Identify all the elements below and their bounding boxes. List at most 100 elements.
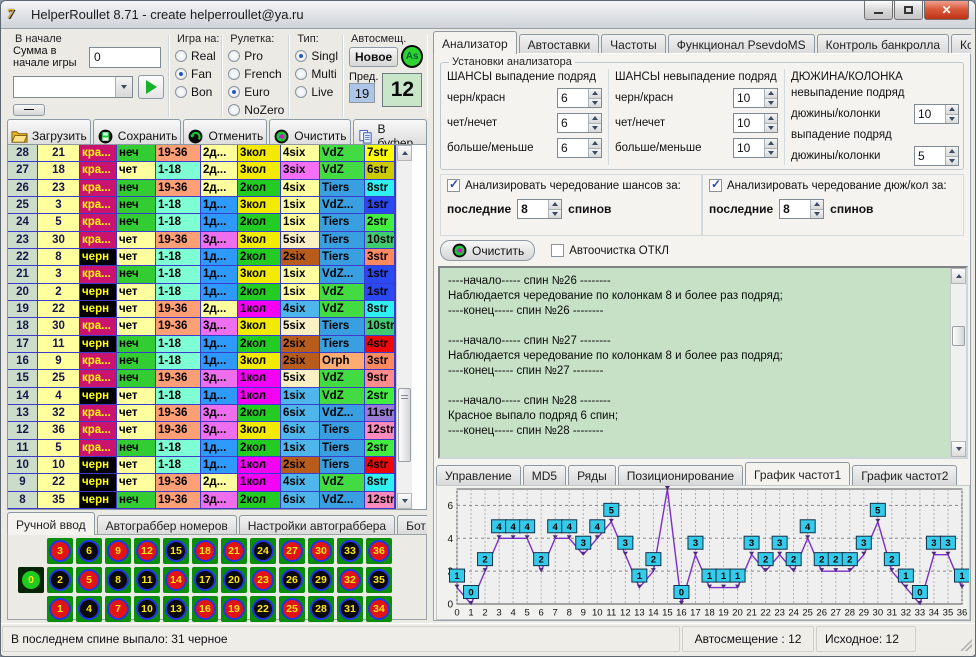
table-row[interactable]: 169кра...неч1-181д...3кол2sixOrph3str [8, 353, 395, 370]
number-button-7[interactable]: 7 [105, 596, 131, 622]
черн/красн-spinner[interactable]: 6 [557, 88, 602, 108]
number-button-20[interactable]: 20 [221, 567, 247, 593]
input-tab-3[interactable]: Бот [397, 515, 427, 535]
minimize-button[interactable] [864, 1, 893, 20]
больше/меньше-spinner[interactable]: 6 [557, 138, 602, 158]
number-button-15[interactable]: 15 [163, 538, 189, 564]
table-row[interactable]: 2718кра...чет1-182д...3кол3sixVdZ6str [8, 162, 395, 179]
spinner-up-button[interactable] [765, 89, 777, 98]
number-button-4[interactable]: 4 [76, 596, 102, 622]
spinner-down-button[interactable] [549, 209, 561, 219]
table-row[interactable]: 1711черннеч1-181д...2кол2sixTiers4str [8, 336, 395, 353]
number-button-6[interactable]: 6 [76, 538, 102, 564]
number-button-25[interactable]: 25 [279, 596, 305, 622]
chart-tab-5[interactable]: График частот2 [852, 465, 957, 485]
spinner-up-button[interactable] [765, 139, 777, 148]
table-scrollbar-thumb[interactable] [398, 388, 411, 462]
chart-tab-0[interactable]: Управление [436, 465, 521, 485]
spinner-down-button[interactable] [765, 123, 777, 133]
maximize-button[interactable] [894, 1, 923, 20]
number-button-0[interactable]: 0 [18, 567, 44, 593]
table-row[interactable]: 2821кра...неч19-362д...3кол4sixVdZ7str [8, 145, 395, 162]
radio-fan[interactable]: Fan [175, 67, 217, 81]
table-row[interactable]: 2330кра...чет19-363д...3кол5sixTiers10st… [8, 232, 395, 249]
spinner-down-button[interactable] [946, 114, 958, 124]
number-button-35[interactable]: 35 [366, 567, 392, 593]
number-button-8[interactable]: 8 [105, 567, 131, 593]
close-button[interactable]: ✕ [924, 1, 969, 20]
new-button[interactable]: Новое [349, 47, 398, 67]
table-row[interactable]: 202чернчет1-181д...2кол1sixVdZ1str [8, 284, 395, 301]
input-tab-2[interactable]: Настройки автограббера [239, 515, 395, 535]
number-button-11[interactable]: 11 [134, 567, 160, 593]
resize-grip[interactable] [960, 639, 972, 651]
дюжины/колонки-spinner[interactable]: 5 [914, 146, 959, 166]
play-button[interactable] [138, 75, 164, 99]
radio-nozero[interactable]: NoZero [228, 103, 284, 117]
number-button-9[interactable]: 9 [105, 538, 131, 564]
number-button-2[interactable]: 2 [47, 567, 73, 593]
number-button-24[interactable]: 24 [250, 538, 276, 564]
table-row[interactable]: 1236кра...чет19-363д...3кол6sixTiers12st… [8, 422, 395, 439]
autoclear-checkbox-row[interactable]: Автоочистка ОТКЛ [551, 244, 669, 257]
table-row[interactable]: 1010чернчет1-181д...1кол2sixTiers4str [8, 457, 395, 474]
radio-real[interactable]: Real [175, 49, 217, 63]
number-button-18[interactable]: 18 [192, 538, 218, 564]
number-button-29[interactable]: 29 [308, 567, 334, 593]
table-row[interactable]: 245кра...неч1-181д...2кол1sixTiers2str [8, 214, 395, 231]
spinner-down-button[interactable] [589, 123, 601, 133]
radio-euro[interactable]: Euro [228, 85, 284, 99]
table-row[interactable]: 922чернчет19-362д...1кол4sixVdZ8str [8, 474, 395, 491]
number-button-19[interactable]: 19 [221, 596, 247, 622]
table-row[interactable]: 835черннеч19-363д...2кол6sixVdZ...12str [8, 492, 395, 509]
number-button-32[interactable]: 32 [337, 567, 363, 593]
table-row[interactable]: 1922чернчет19-362д...1кол4sixVdZ8str [8, 301, 395, 318]
chart-tab-1[interactable]: MD5 [523, 465, 566, 485]
table-row[interactable]: 213кра...неч1-181д...3кол1sixVdZ...1str [8, 266, 395, 283]
number-button-23[interactable]: 23 [250, 567, 276, 593]
spins-count-spinner[interactable]: 8 [517, 199, 562, 219]
as-badge-icon[interactable]: As [401, 45, 423, 68]
черн/красн-spinner[interactable]: 10 [733, 88, 778, 108]
combobox-dropdown-button[interactable] [115, 77, 132, 97]
number-button-33[interactable]: 33 [337, 538, 363, 564]
radio-pro[interactable]: Pro [228, 49, 284, 63]
autoclear-checkbox[interactable] [551, 244, 564, 257]
spinner-up-button[interactable] [946, 147, 958, 156]
analyzer-clear-button[interactable]: Очистить [440, 240, 535, 261]
right-tab-2[interactable]: Частоты [601, 34, 666, 54]
table-row[interactable]: 1525кра...неч19-363д...1кол5sixVdZ9str [8, 370, 395, 387]
number-button-28[interactable]: 28 [308, 596, 334, 622]
spinner-up-button[interactable] [765, 114, 777, 123]
spinner-down-button[interactable] [589, 148, 601, 158]
number-button-3[interactable]: 3 [47, 538, 73, 564]
right-tab-5[interactable]: Колесо ру [951, 34, 971, 54]
start-sum-input[interactable] [89, 47, 161, 68]
table-row[interactable]: 144чернчет1-181д...1кол1sixVdZ2str [8, 388, 395, 405]
чет/нечет-spinner[interactable]: 6 [557, 113, 602, 133]
right-tab-3[interactable]: Функционал PsevdoMS [668, 34, 815, 54]
number-button-13[interactable]: 13 [163, 596, 189, 622]
number-button-31[interactable]: 31 [337, 596, 363, 622]
number-button-1[interactable]: 1 [47, 596, 73, 622]
right-tab-4[interactable]: Контроль банкролла [817, 34, 949, 54]
number-button-14[interactable]: 14 [163, 567, 189, 593]
alternation-checkbox[interactable] [447, 179, 460, 192]
spinner-down-button[interactable] [946, 156, 958, 166]
number-button-16[interactable]: 16 [192, 596, 218, 622]
chart-tab-4[interactable]: График частот1 [745, 462, 850, 485]
table-row[interactable]: 2623кра...неч19-362д...2кол4sixTiers8str [8, 180, 395, 197]
right-tab-1[interactable]: Автоставки [519, 34, 600, 54]
number-button-36[interactable]: 36 [366, 538, 392, 564]
number-button-27[interactable]: 27 [279, 538, 305, 564]
radio-singl[interactable]: Singl [295, 49, 338, 63]
scroll-down-button[interactable] [397, 493, 412, 509]
table-row[interactable]: 253кра...неч1-181д...3кол1sixVdZ...1str [8, 197, 395, 214]
radio-bon[interactable]: Bon [175, 85, 217, 99]
number-button-21[interactable]: 21 [221, 538, 247, 564]
spins-count-spinner[interactable]: 8 [779, 199, 824, 219]
radio-live[interactable]: Live [295, 85, 338, 99]
log-scrollbar[interactable] [950, 268, 966, 457]
spinner-up-button[interactable] [549, 200, 561, 209]
radio-multi[interactable]: Multi [295, 67, 338, 81]
